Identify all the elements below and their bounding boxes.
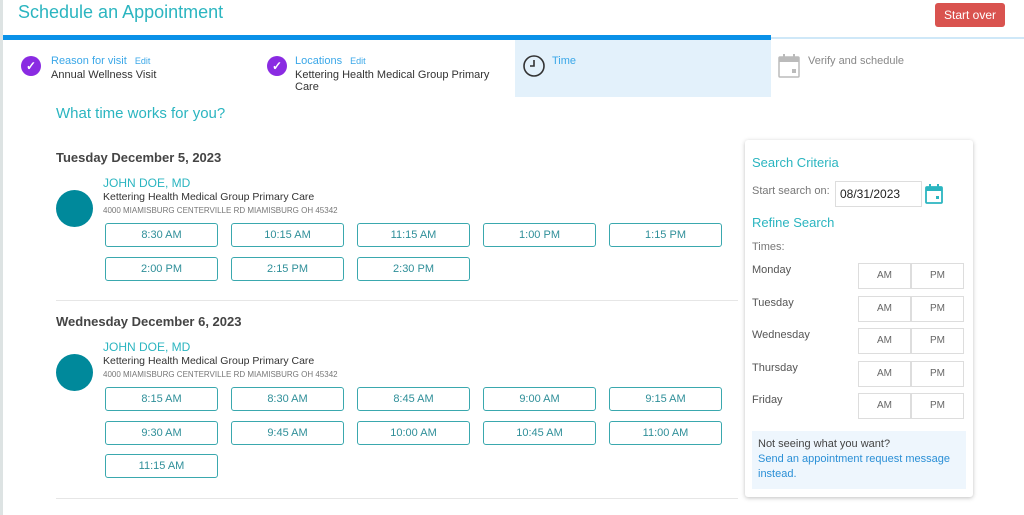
request-message-box: Not seeing what you want? Send an appoin… xyxy=(752,431,966,489)
time-slot-button[interactable]: 9:00 AM xyxy=(483,387,596,411)
calendar-icon xyxy=(778,54,800,78)
thursday-am-toggle[interactable]: AM xyxy=(858,360,911,387)
time-slot-button[interactable]: 2:30 PM xyxy=(357,256,470,281)
step-locations: ✓ Locations Edit Kettering Health Medical… xyxy=(249,40,515,97)
provider-address: 4000 MIAMISBURG CENTERVILLE RD MIAMISBUR… xyxy=(103,206,338,215)
time-slot-button[interactable]: 11:15 AM xyxy=(105,454,218,478)
time-slot-button[interactable]: 8:30 AM xyxy=(105,223,218,247)
search-criteria-heading: Search Criteria xyxy=(752,155,839,170)
step-value: Kettering Health Medical Group Primary C… xyxy=(295,69,490,93)
start-date-input[interactable] xyxy=(835,181,922,207)
check-circle-icon: ✓ xyxy=(267,56,287,76)
time-slot-button[interactable]: 10:45 AM xyxy=(483,420,596,445)
day-label: Tuesday xyxy=(752,296,794,309)
times-label: Times: xyxy=(752,241,785,253)
start-search-label: Start search on: xyxy=(752,185,830,197)
page-title: Schedule an Appointment xyxy=(18,2,224,22)
day-heading: Tuesday December 5, 2023 xyxy=(56,150,222,165)
day-heading: Wednesday December 6, 2023 xyxy=(56,314,242,329)
tuesday-am-toggle[interactable]: AM xyxy=(858,295,911,322)
refine-search-heading: Refine Search xyxy=(752,215,835,230)
send-request-link[interactable]: Send an appointment request message inst… xyxy=(758,452,960,482)
section-heading: What time works for you? xyxy=(56,105,226,122)
wednesday-pm-toggle[interactable]: PM xyxy=(911,328,964,354)
calendar-picker-icon[interactable] xyxy=(925,184,943,204)
search-panel: Search Criteria Start search on: Refine … xyxy=(745,140,973,497)
time-slot-button[interactable]: 9:45 AM xyxy=(231,420,344,445)
tuesday-pm-toggle[interactable]: PM xyxy=(911,295,964,322)
day-label: Wednesday xyxy=(752,329,810,341)
not-seeing-text: Not seeing what you want? xyxy=(758,438,891,450)
time-slot-button[interactable]: 2:15 PM xyxy=(231,256,344,281)
time-slot-button[interactable]: 10:15 AM xyxy=(231,223,344,247)
edit-reason-link[interactable]: Edit xyxy=(135,56,151,66)
day-label: Monday xyxy=(752,264,792,276)
check-circle-icon: ✓ xyxy=(21,56,41,76)
step-label: Locations xyxy=(295,55,343,67)
friday-pm-toggle[interactable]: PM xyxy=(911,393,964,419)
day-label: Friday xyxy=(752,394,783,406)
time-slot-button[interactable]: 9:15 AM xyxy=(609,387,722,411)
clock-icon xyxy=(523,55,545,77)
provider-location: Kettering Health Medical Group Primary C… xyxy=(103,191,315,203)
start-over-button[interactable]: Start over xyxy=(935,3,1005,27)
time-slot-button[interactable]: 11:00 AM xyxy=(609,420,722,445)
provider-avatar xyxy=(56,190,93,227)
section-divider xyxy=(56,497,738,499)
step-label: Reason for visit xyxy=(51,55,127,67)
step-verify: Verify and schedule xyxy=(771,40,1024,97)
monday-pm-toggle[interactable]: PM xyxy=(911,263,964,289)
monday-am-toggle[interactable]: AM xyxy=(858,263,911,289)
time-slot-button[interactable]: 8:15 AM xyxy=(105,387,218,411)
step-label: Time xyxy=(552,55,577,67)
friday-am-toggle[interactable]: AM xyxy=(858,393,911,419)
edit-locations-link[interactable]: Edit xyxy=(350,56,366,66)
provider-address: 4000 MIAMISBURG CENTERVILLE RD MIAMISBUR… xyxy=(103,370,338,379)
time-slot-button[interactable]: 8:30 AM xyxy=(231,387,344,411)
step-label: Verify and schedule xyxy=(808,55,905,67)
time-slot-button[interactable]: 9:30 AM xyxy=(105,420,218,445)
time-slot-button[interactable]: 1:00 PM xyxy=(483,223,596,247)
wednesday-am-toggle[interactable]: AM xyxy=(858,328,911,354)
provider-name[interactable]: JOHN DOE, MD xyxy=(103,340,190,354)
step-time: Time xyxy=(515,40,771,97)
section-divider xyxy=(56,300,738,301)
time-slot-button[interactable]: 8:45 AM xyxy=(357,387,470,411)
time-slot-button[interactable]: 10:00 AM xyxy=(357,420,470,445)
day-label: Thursday xyxy=(752,361,798,374)
time-slot-button[interactable]: 11:15 AM xyxy=(357,223,470,247)
time-slot-button[interactable]: 2:00 PM xyxy=(105,256,218,281)
provider-location: Kettering Health Medical Group Primary C… xyxy=(103,355,315,367)
provider-name[interactable]: JOHN DOE, MD xyxy=(103,176,190,190)
thursday-pm-toggle[interactable]: PM xyxy=(911,360,964,387)
step-reason: ✓ Reason for visit Edit Annual Wellness V… xyxy=(3,40,253,97)
time-slot-button[interactable]: 1:15 PM xyxy=(609,223,722,247)
step-value: Annual Wellness Visit xyxy=(51,69,157,81)
progress-bar-remaining xyxy=(771,37,1024,39)
provider-avatar xyxy=(56,354,93,391)
